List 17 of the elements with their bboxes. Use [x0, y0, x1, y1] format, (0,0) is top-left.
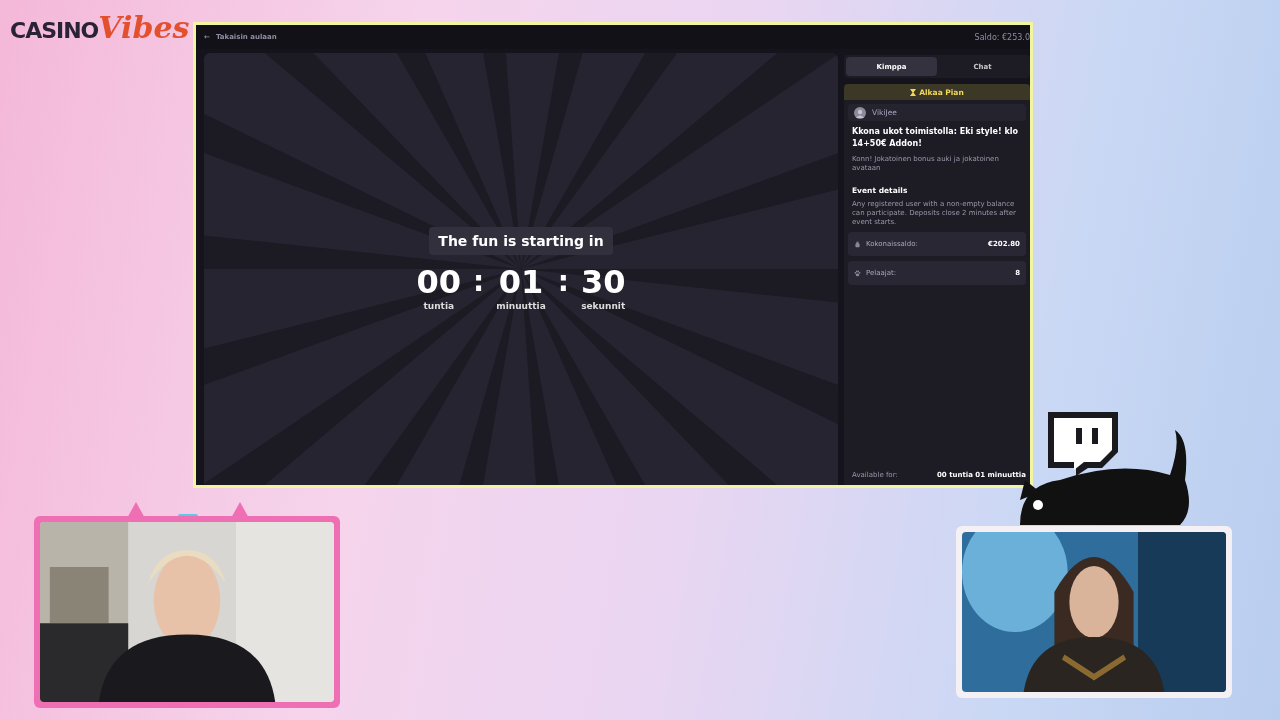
countdown-title: The fun is starting in — [429, 227, 613, 255]
logo-script: Vibes — [98, 10, 190, 45]
countdown-unit: tuntia — [423, 301, 455, 311]
money-bag-icon — [854, 240, 861, 248]
time-separator: : — [473, 264, 485, 300]
balance-text: Saldo: €253.0 — [974, 32, 1030, 42]
hourglass-icon — [910, 88, 917, 96]
countdown-unit: minuuttia — [496, 301, 546, 311]
event-title: Kkona ukot toimistolla: Eki style! klo 14+50€ Addon! — [852, 126, 1019, 150]
countdown-number: 00 — [416, 263, 462, 301]
time-separator: : — [557, 264, 569, 300]
countdown-unit: sekunnit — [581, 301, 626, 311]
avatar-icon — [854, 106, 866, 119]
countdown-number: 30 — [580, 263, 626, 301]
logo-text: CASINO — [10, 18, 99, 43]
paw-icon — [854, 269, 861, 277]
countdown-number: 01 — [498, 263, 544, 301]
